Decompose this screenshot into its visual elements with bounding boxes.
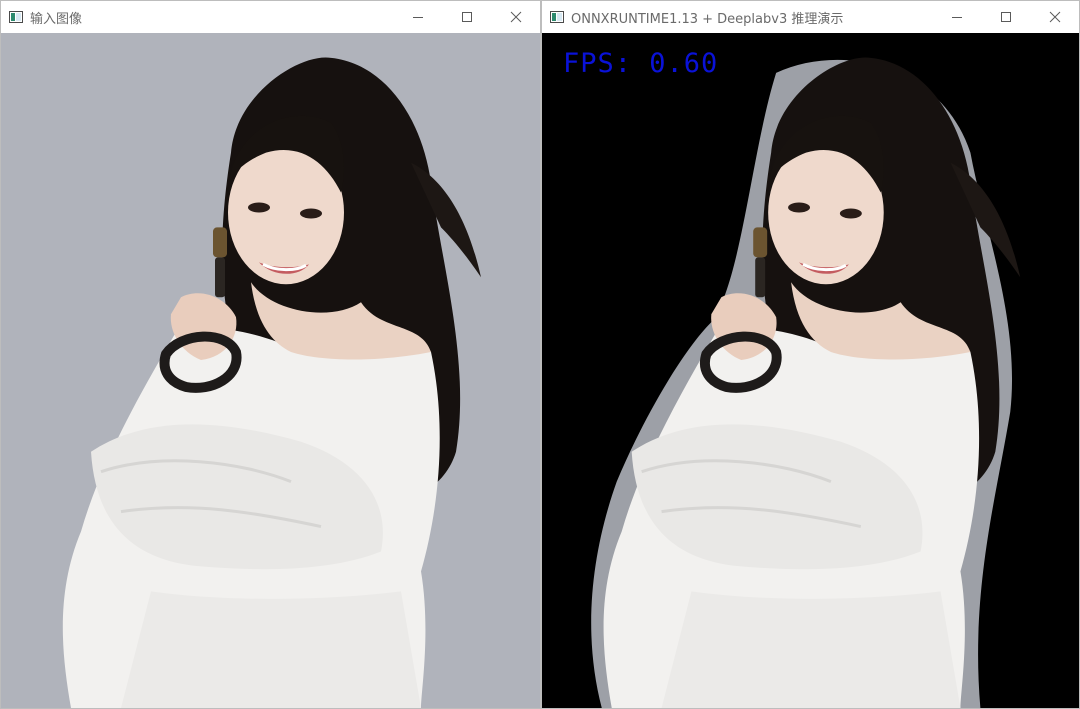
window-title: ONNXRUNTIME1.13 + Deeplabv3 推理演示: [571, 11, 844, 27]
window-controls: [393, 1, 540, 33]
input-photo: [1, 33, 540, 708]
segmentation-canvas: FPS: 0.60: [542, 33, 1079, 708]
fps-readout: FPS: 0.60: [563, 48, 719, 79]
minimize-button[interactable]: [932, 1, 981, 33]
window-title: 输入图像: [30, 11, 83, 27]
close-button[interactable]: [491, 1, 540, 33]
maximize-icon: [461, 12, 472, 22]
close-icon: [1049, 11, 1060, 23]
close-button[interactable]: [1030, 1, 1079, 33]
maximize-button[interactable]: [442, 1, 491, 33]
title-bar[interactable]: ONNXRUNTIME1.13 + Deeplabv3 推理演示: [542, 1, 1079, 33]
close-icon: [510, 11, 521, 23]
minimize-icon: [951, 17, 962, 18]
minimize-button[interactable]: [393, 1, 442, 33]
window-controls: [932, 1, 1079, 33]
image-canvas: [1, 33, 540, 708]
window-input-image: 输入图像: [0, 0, 541, 709]
app-icon: [550, 11, 564, 23]
minimize-icon: [412, 17, 423, 18]
segmented-photo: [542, 33, 1079, 708]
maximize-button[interactable]: [981, 1, 1030, 33]
window-inference-demo: ONNXRUNTIME1.13 + Deeplabv3 推理演示 FPS: 0.…: [541, 0, 1080, 709]
title-bar[interactable]: 输入图像: [1, 1, 540, 33]
maximize-icon: [1000, 12, 1011, 22]
app-icon: [9, 11, 23, 23]
